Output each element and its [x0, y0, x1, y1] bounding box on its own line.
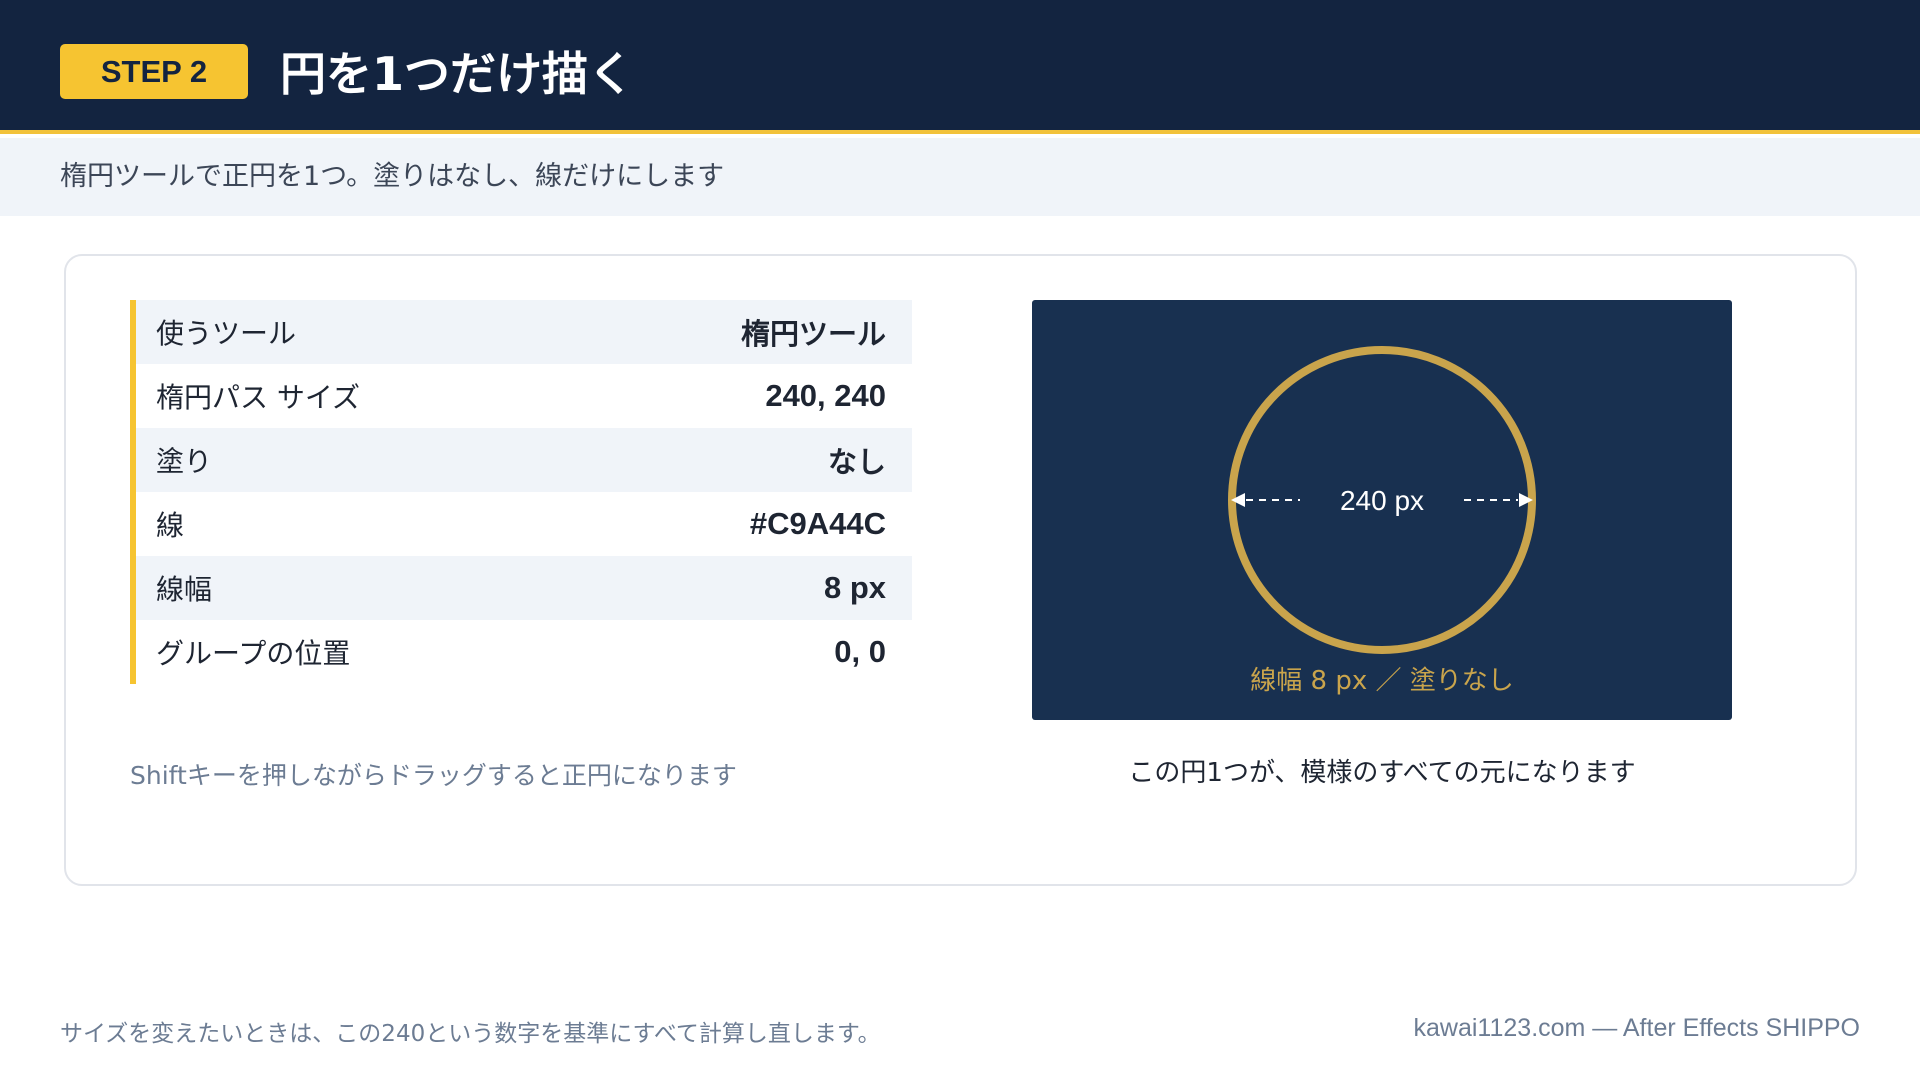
preview-caption: この円1つが、模様のすべての元になります [1128, 758, 1636, 788]
spec-label: グループの位置 [156, 637, 351, 670]
spec-value: 0, 0 [834, 634, 886, 669]
spec-value: 8 px [823, 570, 886, 605]
spec-label: 使うツール [156, 317, 297, 350]
subtitle: 楕円ツールで正円を1つ。塗りはなし、線だけにします [60, 161, 725, 192]
content-card: 使うツール 楕円ツール 楕円パス サイズ 240, 240 塗り なし 線 #C… [64, 254, 1857, 886]
spec-value: 楕円ツール [740, 317, 886, 351]
spec-label: 線幅 [156, 573, 213, 606]
dimension-label: 240 px [1340, 485, 1424, 516]
spec-row-tool: 使うツール 楕円ツール [136, 300, 912, 364]
spec-row-group-position: グループの位置 0, 0 [136, 620, 912, 684]
spec-row-stroke: 線 #C9A44C [136, 492, 912, 556]
spec-value: 240, 240 [765, 378, 886, 413]
circle-diagram: 240 px 線幅 8 px ／ 塗りなし [1228, 346, 1536, 696]
page-title: 円を1つだけ描く [280, 47, 635, 101]
spec-label: 線 [156, 509, 185, 542]
header-bar: STEP 2 円を1つだけ描く [0, 0, 1920, 134]
footer-credit: kawai1123.com — After Effects SHIPPO [1413, 1014, 1860, 1042]
stroke-label: 線幅 8 px ／ 塗りなし [1250, 666, 1514, 696]
spec-row-path-size: 楕円パス サイズ 240, 240 [136, 364, 912, 428]
subtitle-bar: 楕円ツールで正円を1つ。塗りはなし、線だけにします [0, 138, 1920, 216]
spec-table: 使うツール 楕円ツール 楕円パス サイズ 240, 240 塗り なし 線 #C… [130, 300, 912, 684]
spec-value: なし [827, 445, 886, 479]
shift-note: Shiftキーを押しながらドラッグすると正円になります [130, 761, 737, 790]
spec-row-stroke-width: 線幅 8 px [136, 556, 912, 620]
spec-label: 楕円パス サイズ [156, 381, 361, 414]
spec-value: #C9A44C [749, 506, 886, 541]
spec-row-fill: 塗り なし [136, 428, 912, 492]
footer-note: サイズを変えたいときは、この240という数字を基準にすべて計算し直します。 [60, 1021, 881, 1047]
spec-label: 塗り [156, 445, 213, 478]
step-badge: STEP 2 [60, 44, 248, 99]
circle-preview: 240 px 線幅 8 px ／ 塗りなし [1032, 300, 1732, 720]
